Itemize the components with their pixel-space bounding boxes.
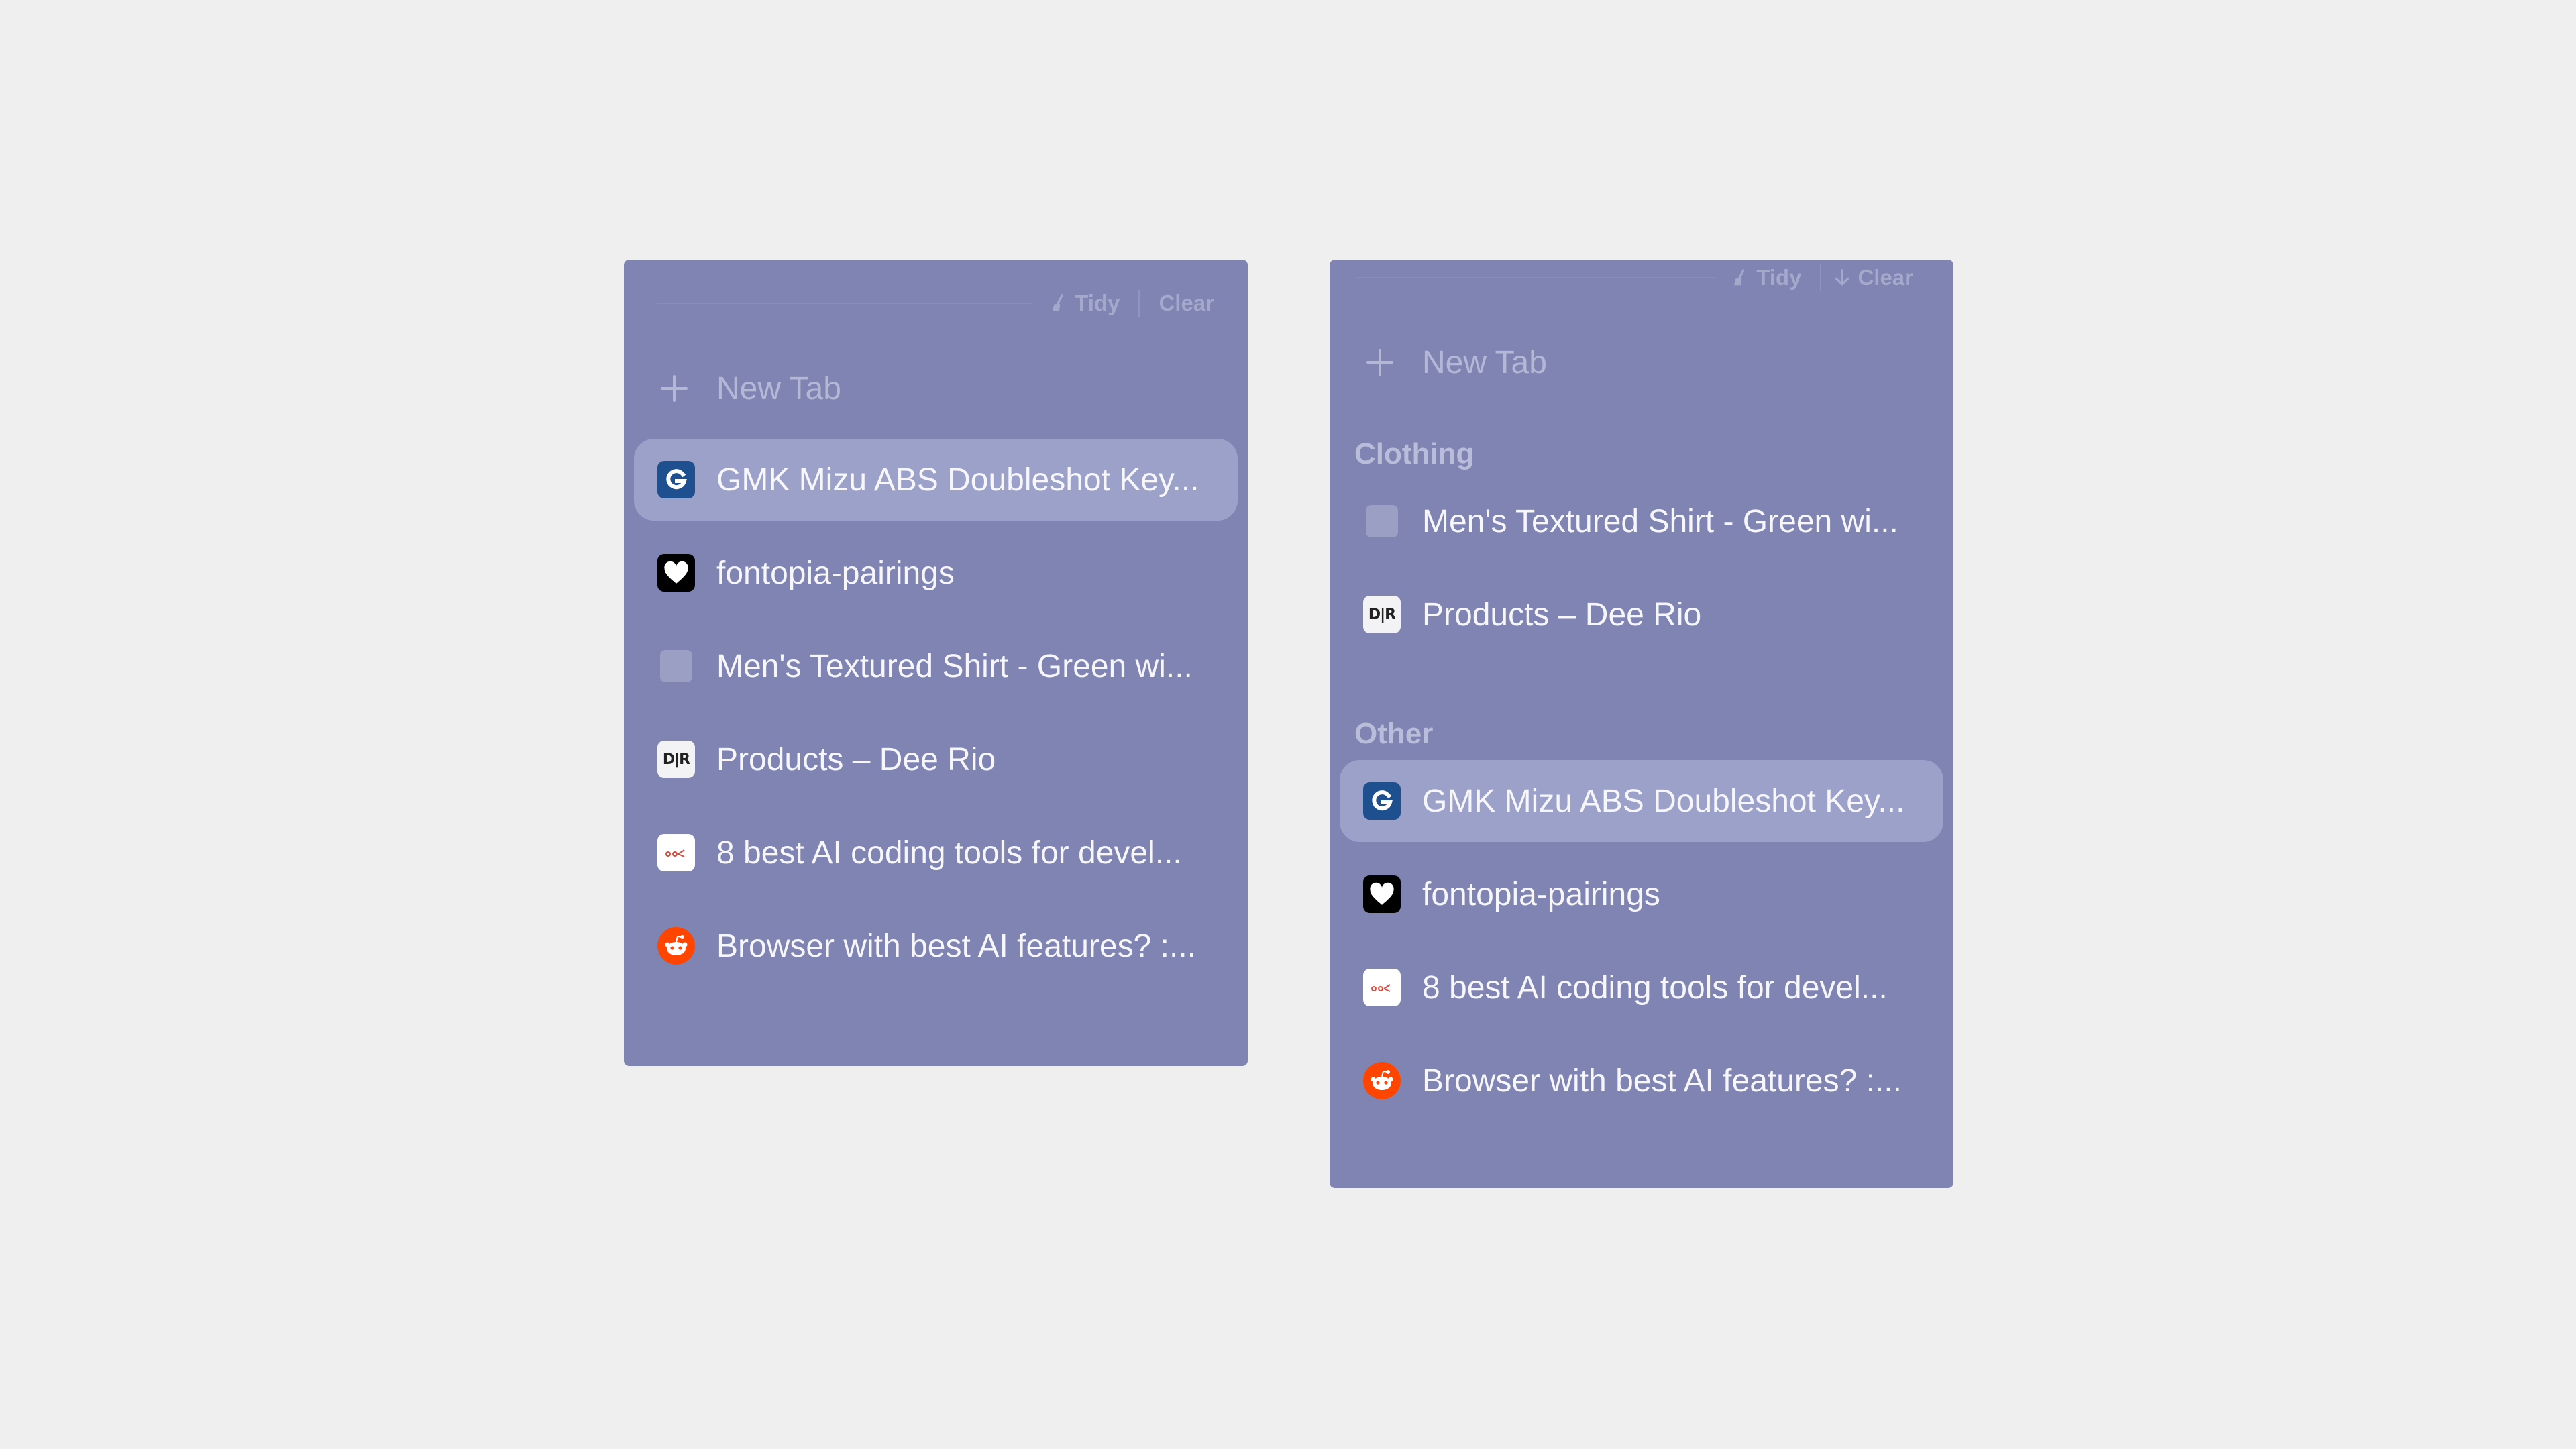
tab-title: GMK Mizu ABS Doubleshot Key... bbox=[1422, 783, 1905, 819]
broom-icon bbox=[1734, 269, 1745, 286]
toolbar-divider-line bbox=[657, 303, 1034, 304]
tab-item[interactable]: D|R Products – Dee Rio bbox=[1340, 574, 1943, 655]
tab-item[interactable]: Men's Textured Shirt - Green wi... bbox=[1340, 480, 1943, 562]
tab-title: fontopia-pairings bbox=[716, 555, 955, 591]
reddit-icon bbox=[657, 927, 695, 965]
sidebar-panel-grouped: Tidy Clear New Tab Clothing Men's Textur… bbox=[1330, 260, 1953, 1188]
tidy-button[interactable]: Tidy bbox=[1049, 290, 1120, 316]
new-tab-button[interactable]: New Tab bbox=[1363, 335, 1920, 389]
tab-title: Men's Textured Shirt - Green wi... bbox=[1422, 503, 1898, 539]
tab-item[interactable]: GMK Mizu ABS Doubleshot Key... bbox=[1340, 760, 1943, 842]
g-logo-icon bbox=[657, 461, 695, 498]
section-header-other: Other bbox=[1354, 717, 1434, 750]
new-tab-label: New Tab bbox=[1422, 344, 1547, 380]
tidy-button[interactable]: Tidy bbox=[1731, 265, 1801, 290]
new-tab-button[interactable]: New Tab bbox=[657, 362, 1214, 415]
plus-icon bbox=[657, 372, 691, 405]
tab-title: Browser with best AI features? :... bbox=[1422, 1063, 1902, 1099]
dee-rio-logo-icon: D|R bbox=[1363, 596, 1401, 633]
clear-label: Clear bbox=[1858, 265, 1913, 290]
tab-item[interactable]: Men's Textured Shirt - Green wi... bbox=[634, 625, 1238, 707]
blank-favicon-icon bbox=[660, 650, 692, 682]
heart-icon bbox=[657, 554, 695, 592]
tab-item[interactable]: Browser with best AI features? :... bbox=[634, 905, 1238, 987]
tidy-label: Tidy bbox=[1075, 290, 1120, 315]
tab-title: fontopia-pairings bbox=[1422, 876, 1660, 912]
tab-title: 8 best AI coding tools for devel... bbox=[716, 835, 1182, 871]
tab-item[interactable]: Browser with best AI features? :... bbox=[1340, 1040, 1943, 1122]
section-header-clothing: Clothing bbox=[1354, 437, 1474, 470]
tab-title: Products – Dee Rio bbox=[716, 741, 996, 777]
tab-toolbar: Tidy Clear bbox=[1356, 261, 1913, 294]
ai-tools-logo-icon bbox=[657, 834, 695, 871]
heart-icon bbox=[1363, 875, 1401, 913]
tab-title: Products – Dee Rio bbox=[1422, 596, 1702, 633]
clear-button[interactable]: Clear bbox=[1832, 265, 1913, 290]
sidebar-panel-flat: Tidy Clear New Tab GMK Mizu ABS Doublesh… bbox=[624, 260, 1248, 1066]
tab-title: GMK Mizu ABS Doubleshot Key... bbox=[716, 462, 1199, 498]
tab-title: Men's Textured Shirt - Green wi... bbox=[716, 648, 1193, 684]
arrow-down-icon bbox=[1835, 269, 1849, 286]
toolbar-divider-line bbox=[1356, 277, 1715, 278]
tab-item[interactable]: D|R Products – Dee Rio bbox=[634, 718, 1238, 800]
dee-rio-logo-icon: D|R bbox=[657, 741, 695, 778]
tab-title: Browser with best AI features? :... bbox=[716, 928, 1196, 964]
tab-toolbar: Tidy Clear bbox=[657, 286, 1214, 320]
tab-item[interactable]: 8 best AI coding tools for devel... bbox=[1340, 947, 1943, 1028]
toolbar-separator bbox=[1820, 264, 1822, 291]
clear-label: Clear bbox=[1159, 290, 1214, 315]
tab-item[interactable]: GMK Mizu ABS Doubleshot Key... bbox=[634, 439, 1238, 521]
plus-icon bbox=[1363, 345, 1397, 379]
tab-title: 8 best AI coding tools for devel... bbox=[1422, 969, 1888, 1006]
dee-rio-logo-text: D|R bbox=[662, 751, 690, 768]
tab-item[interactable]: 8 best AI coding tools for devel... bbox=[634, 812, 1238, 894]
new-tab-label: New Tab bbox=[716, 370, 841, 407]
reddit-icon bbox=[1363, 1062, 1401, 1099]
dee-rio-logo-text: D|R bbox=[1368, 606, 1396, 623]
broom-icon bbox=[1053, 294, 1063, 311]
tab-item[interactable]: fontopia-pairings bbox=[1340, 853, 1943, 935]
ai-tools-logo-icon bbox=[1363, 969, 1401, 1006]
clear-button[interactable]: Clear bbox=[1159, 290, 1214, 316]
toolbar-separator bbox=[1138, 290, 1140, 317]
blank-favicon-icon bbox=[1366, 505, 1398, 537]
tidy-label: Tidy bbox=[1756, 265, 1802, 290]
g-logo-icon bbox=[1363, 782, 1401, 820]
tab-item[interactable]: fontopia-pairings bbox=[634, 532, 1238, 614]
